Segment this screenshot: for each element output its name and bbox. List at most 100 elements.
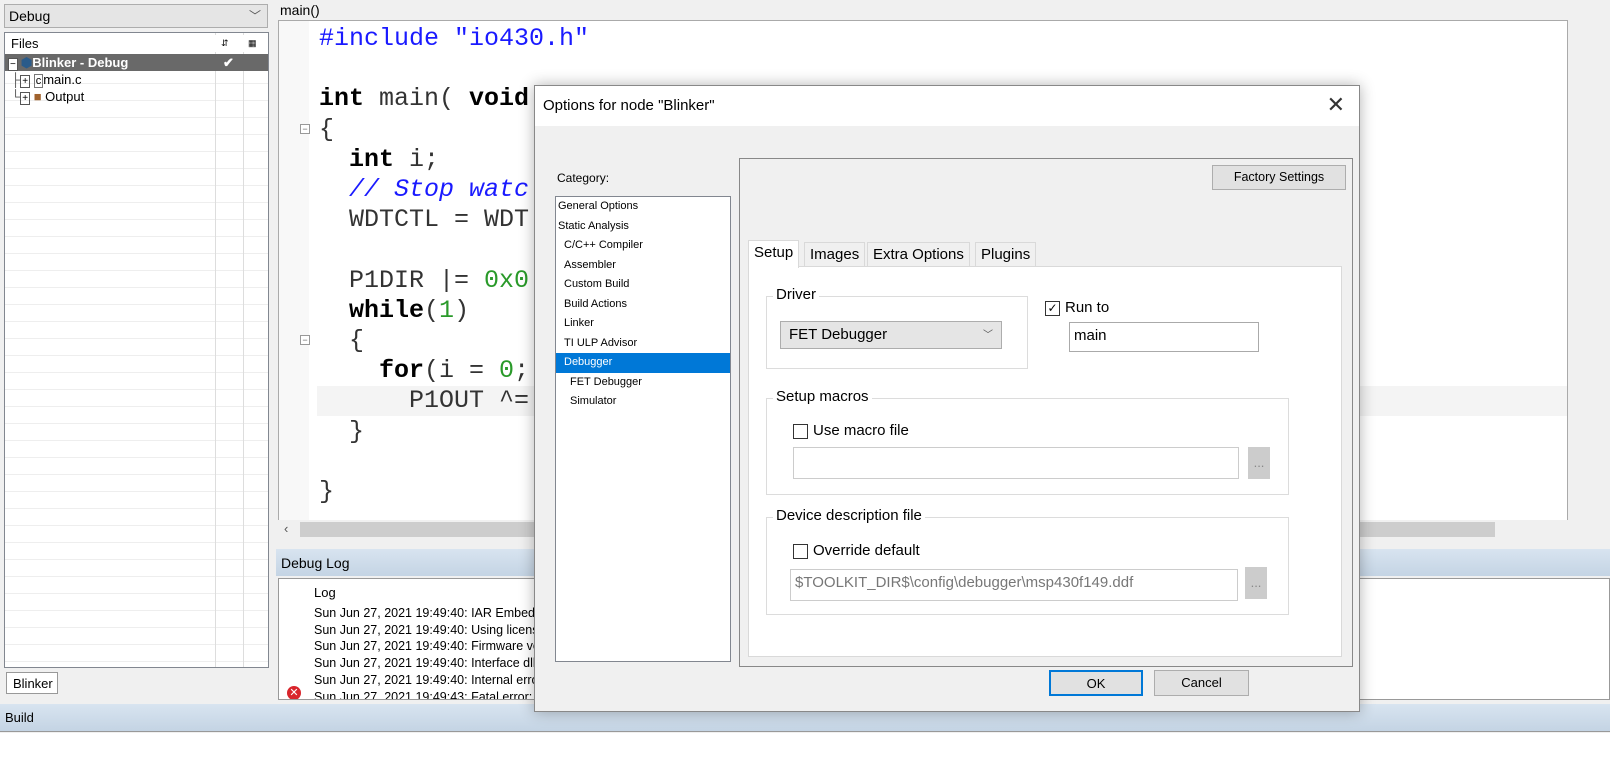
function-navigator[interactable]: main() [278, 0, 1610, 20]
columns-icon[interactable]: ▦ [248, 35, 257, 52]
file-tree: Files ⇵ ▦ − ⬢Blinker - Debug ✔ ├ + c main.c └ +… [4, 32, 269, 668]
code-token: while [349, 295, 425, 325]
dialog-title: Options for node "Blinker" [535, 86, 1359, 126]
expand-icon[interactable]: + [20, 75, 31, 88]
files-header-label: Files [11, 36, 39, 51]
code-line: WDTCTL = WDT [319, 205, 529, 235]
code-token: } [319, 416, 365, 446]
macro-browse-button[interactable]: ... [1248, 447, 1270, 479]
category-item[interactable]: Simulator [556, 392, 730, 412]
log-entry: Sun Jun 27, 2021 19:49:40: Using licens [314, 622, 539, 637]
category-item[interactable]: FET Debugger [556, 373, 730, 393]
category-item[interactable]: General Options [556, 197, 730, 217]
code-token: { [319, 326, 365, 355]
code-token: ) [454, 295, 470, 325]
code-token: ; [514, 356, 530, 386]
build-panel [0, 733, 1610, 761]
workspace-tab-blinker[interactable]: Blinker [6, 672, 58, 694]
code-line: for(i = 0; [319, 356, 529, 386]
category-list[interactable]: General Options Static Analysis C/C++ Comp… [555, 196, 731, 662]
error-icon: ✕ [287, 686, 301, 699]
tree-item-project[interactable]: − ⬢Blinker - Debug ✔ [5, 54, 268, 71]
run-to-input[interactable]: main [1069, 322, 1259, 352]
project-label: Blinker - Debug [32, 55, 129, 70]
code-line: int main( void [319, 84, 529, 114]
tree-item-output[interactable]: └ + ■ Output [5, 88, 268, 105]
code-line: } [319, 417, 364, 447]
category-item[interactable]: Custom Build [556, 275, 730, 295]
code-token: int [349, 144, 395, 174]
code-token: int [319, 84, 365, 114]
c-file-icon: c [33, 74, 44, 88]
macro-file-input[interactable] [793, 447, 1239, 479]
files-header: Files ⇵ ▦ [5, 35, 268, 52]
code-line: int i; [319, 145, 439, 175]
checkmark-icon: ✔ [223, 55, 234, 70]
log-column-header[interactable]: Log [314, 585, 336, 600]
code-line: // Stop watc [319, 175, 529, 205]
category-item[interactable]: Build Actions [556, 295, 730, 315]
fold-gutter [279, 21, 309, 539]
run-to-label: Run to [1065, 299, 1110, 316]
options-dialog: Options for node "Blinker" ✕ Category: G… [534, 85, 1360, 712]
tab-plugins[interactable]: Plugins [975, 242, 1037, 267]
device-file-input[interactable]: $TOOLKIT_DIR$\config\debugger\msp430f149… [790, 569, 1238, 601]
cancel-button[interactable]: Cancel [1154, 670, 1249, 696]
tab-setup[interactable]: Setup [748, 240, 800, 268]
code-line: { [319, 115, 334, 145]
code-token: P1OUT ^= [319, 386, 530, 416]
folder-icon: ■ [33, 89, 42, 104]
code-token: ( [424, 295, 440, 325]
driver-group: Driver FET Debugger ﹀ [766, 286, 1028, 369]
close-icon[interactable]: ✕ [1327, 92, 1345, 118]
device-browse-button[interactable]: ... [1245, 567, 1267, 599]
override-default-label: Override default [813, 542, 920, 559]
driver-select[interactable]: FET Debugger ﹀ [780, 321, 1002, 349]
tab-extra-options[interactable]: Extra Options [867, 242, 970, 267]
driver-label: Driver [773, 286, 819, 303]
code-line: } [319, 477, 334, 507]
tab-images[interactable]: Images [804, 242, 866, 267]
log-entry: Sun Jun 27, 2021 19:49:40: Firmware ve [314, 639, 540, 654]
tree-item-main-c[interactable]: ├ + c main.c [5, 71, 268, 88]
configuration-dropdown[interactable]: Debug ﹀ [4, 4, 268, 28]
code-line: #include "io430.h" [319, 24, 589, 54]
setup-macros-label: Setup macros [773, 388, 872, 405]
code-token: void [469, 84, 530, 114]
setup-tab-panel: Driver FET Debugger ﹀ ✓ Run to main Setup… [748, 266, 1342, 657]
collapse-icon[interactable]: − [8, 58, 18, 71]
device-description-label: Device description file [773, 507, 925, 524]
setup-macros-group: Setup macros Use macro file ... [766, 388, 1289, 495]
ok-button[interactable]: OK [1049, 670, 1143, 696]
fold-icon[interactable]: − [300, 335, 310, 345]
project-icon: ⬢ [20, 55, 33, 70]
configuration-value: Debug [9, 8, 51, 24]
item-label: main.c [43, 72, 82, 87]
code-token: } [319, 477, 335, 506]
run-to-checkbox[interactable]: ✓ [1045, 301, 1060, 316]
use-macro-file-checkbox[interactable] [793, 424, 808, 439]
category-item[interactable]: TI ULP Advisor [556, 334, 730, 354]
code-token: i; [394, 144, 440, 174]
factory-settings-button[interactable]: Factory Settings [1212, 165, 1346, 190]
log-entry: Sun Jun 27, 2021 19:49:40: Internal erro [314, 672, 539, 687]
scroll-left-icon[interactable]: ‹ [284, 521, 288, 536]
code-token: main( [364, 84, 470, 114]
expand-icon[interactable]: + [20, 92, 31, 105]
code-line: while(1) [319, 296, 469, 326]
code-token: 0x0 [484, 265, 530, 295]
sort-icon[interactable]: ⇵ [221, 35, 229, 52]
code-token: 0 [499, 356, 515, 386]
options-pane: Factory Settings Setup Images Extra Opti… [739, 158, 1353, 667]
fold-icon[interactable]: − [300, 124, 310, 134]
category-item[interactable]: Linker [556, 314, 730, 334]
category-item[interactable]: Static Analysis [556, 217, 730, 237]
category-item[interactable]: Debugger [556, 353, 730, 373]
category-item[interactable]: Assembler [556, 256, 730, 276]
category-item[interactable]: C/C++ Compiler [556, 236, 730, 256]
code-token: P1DIR |= [319, 265, 485, 295]
override-default-checkbox[interactable] [793, 544, 808, 559]
